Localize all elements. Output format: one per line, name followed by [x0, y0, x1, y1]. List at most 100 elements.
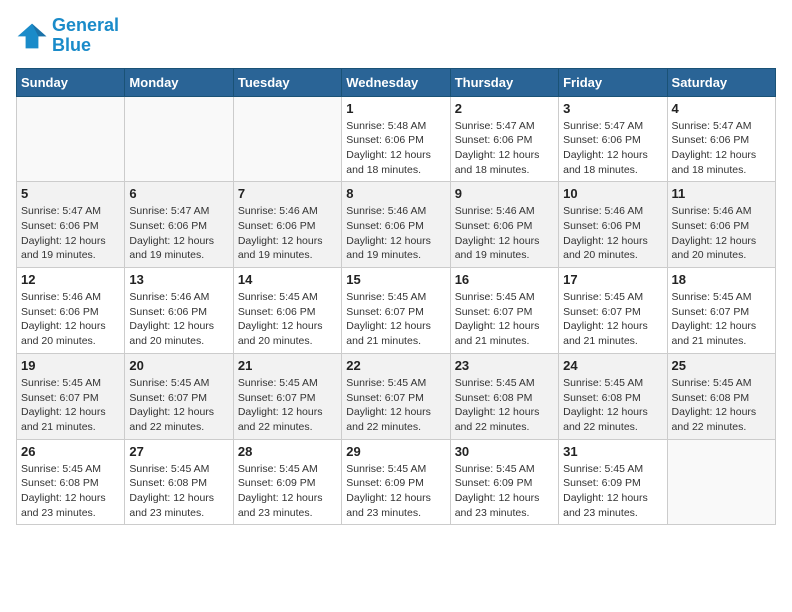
day-info: Sunrise: 5:46 AMSunset: 6:06 PMDaylight:… — [455, 204, 554, 263]
day-number: 7 — [238, 186, 337, 201]
day-info: Sunrise: 5:45 AMSunset: 6:07 PMDaylight:… — [346, 376, 445, 435]
day-info: Sunrise: 5:47 AMSunset: 6:06 PMDaylight:… — [672, 119, 771, 178]
day-info: Sunrise: 5:47 AMSunset: 6:06 PMDaylight:… — [21, 204, 120, 263]
calendar-cell — [17, 96, 125, 182]
calendar-cell: 9 Sunrise: 5:46 AMSunset: 6:06 PMDaylight… — [450, 182, 558, 268]
calendar-cell: 5Sunrise: 5:47 AMSunset: 6:06 PMDaylight… — [17, 182, 125, 268]
day-info: Sunrise: 5:45 AMSunset: 6:09 PMDaylight:… — [563, 462, 662, 521]
calendar-cell: 29 Sunrise: 5:45 AMSunset: 6:09 PMDayligh… — [342, 439, 450, 525]
day-number: 24 — [563, 358, 662, 373]
calendar-cell: 12 Sunrise: 5:46 AMSunset: 6:06 PMDayligh… — [17, 268, 125, 354]
calendar-cell: 20Sunrise: 5:45 AMSunset: 6:07 PMDayligh… — [125, 353, 233, 439]
day-number: 9 — [455, 186, 554, 201]
day-number: 6 — [129, 186, 228, 201]
page-header: General Blue — [16, 16, 776, 56]
day-number: 13 — [129, 272, 228, 287]
day-info: Sunrise: 5:46 AMSunset: 6:06 PMDaylight:… — [238, 204, 337, 263]
header-wednesday: Wednesday — [342, 68, 450, 96]
calendar-cell: 26 Sunrise: 5:45 AMSunset: 6:08 PMDayligh… — [17, 439, 125, 525]
day-number: 30 — [455, 444, 554, 459]
header-friday: Friday — [559, 68, 667, 96]
calendar-cell: 18Sunrise: 5:45 AMSunset: 6:07 PMDayligh… — [667, 268, 775, 354]
calendar-cell: 15Sunrise: 5:45 AMSunset: 6:07 PMDayligh… — [342, 268, 450, 354]
day-info: Sunrise: 5:46 AMSunset: 6:06 PMDaylight:… — [563, 204, 662, 263]
calendar-cell: 25 Sunrise: 5:45 AMSunset: 6:08 PMDayligh… — [667, 353, 775, 439]
calendar-cell: 30Sunrise: 5:45 AMSunset: 6:09 PMDayligh… — [450, 439, 558, 525]
day-number: 10 — [563, 186, 662, 201]
day-info: Sunrise: 5:45 AMSunset: 6:07 PMDaylight:… — [455, 290, 554, 349]
day-number: 1 — [346, 101, 445, 116]
day-number: 22 — [346, 358, 445, 373]
calendar-week-4: 26 Sunrise: 5:45 AMSunset: 6:08 PMDayligh… — [17, 439, 776, 525]
day-info: Sunrise: 5:45 AMSunset: 6:07 PMDaylight:… — [129, 376, 228, 435]
header-sunday: Sunday — [17, 68, 125, 96]
day-number: 27 — [129, 444, 228, 459]
header-saturday: Saturday — [667, 68, 775, 96]
header-tuesday: Tuesday — [233, 68, 341, 96]
day-info: Sunrise: 5:45 AMSunset: 6:08 PMDaylight:… — [455, 376, 554, 435]
day-number: 31 — [563, 444, 662, 459]
day-number: 26 — [21, 444, 120, 459]
day-info: Sunrise: 5:46 AMSunset: 6:06 PMDaylight:… — [21, 290, 120, 349]
calendar-week-1: 5Sunrise: 5:47 AMSunset: 6:06 PMDaylight… — [17, 182, 776, 268]
day-number: 2 — [455, 101, 554, 116]
day-info: Sunrise: 5:45 AMSunset: 6:07 PMDaylight:… — [346, 290, 445, 349]
day-number: 23 — [455, 358, 554, 373]
calendar-cell: 16 Sunrise: 5:45 AMSunset: 6:07 PMDayligh… — [450, 268, 558, 354]
calendar-cell: 13Sunrise: 5:46 AMSunset: 6:06 PMDayligh… — [125, 268, 233, 354]
calendar-cell: 6 Sunrise: 5:47 AMSunset: 6:06 PMDaylight… — [125, 182, 233, 268]
day-number: 16 — [455, 272, 554, 287]
day-number: 28 — [238, 444, 337, 459]
day-info: Sunrise: 5:45 AMSunset: 6:09 PMDaylight:… — [238, 462, 337, 521]
day-info: Sunrise: 5:45 AMSunset: 6:08 PMDaylight:… — [563, 376, 662, 435]
calendar-cell: 1Sunrise: 5:48 AMSunset: 6:06 PMDaylight… — [342, 96, 450, 182]
day-info: Sunrise: 5:45 AMSunset: 6:06 PMDaylight:… — [238, 290, 337, 349]
calendar-table: SundayMondayTuesdayWednesdayThursdayFrid… — [16, 68, 776, 526]
calendar-week-0: 1Sunrise: 5:48 AMSunset: 6:06 PMDaylight… — [17, 96, 776, 182]
day-number: 21 — [238, 358, 337, 373]
calendar-week-2: 12 Sunrise: 5:46 AMSunset: 6:06 PMDayligh… — [17, 268, 776, 354]
day-info: Sunrise: 5:45 AMSunset: 6:07 PMDaylight:… — [672, 290, 771, 349]
calendar-cell: 24 Sunrise: 5:45 AMSunset: 6:08 PMDayligh… — [559, 353, 667, 439]
day-number: 3 — [563, 101, 662, 116]
day-info: Sunrise: 5:45 AMSunset: 6:07 PMDaylight:… — [238, 376, 337, 435]
logo-icon — [16, 22, 48, 50]
calendar-cell: 7 Sunrise: 5:46 AMSunset: 6:06 PMDaylight… — [233, 182, 341, 268]
header-monday: Monday — [125, 68, 233, 96]
day-info: Sunrise: 5:45 AMSunset: 6:07 PMDaylight:… — [563, 290, 662, 349]
calendar-cell: 22 Sunrise: 5:45 AMSunset: 6:07 PMDayligh… — [342, 353, 450, 439]
day-info: Sunrise: 5:45 AMSunset: 6:08 PMDaylight:… — [21, 462, 120, 521]
day-number: 17 — [563, 272, 662, 287]
calendar-cell: 17 Sunrise: 5:45 AMSunset: 6:07 PMDayligh… — [559, 268, 667, 354]
day-number: 11 — [672, 186, 771, 201]
header-thursday: Thursday — [450, 68, 558, 96]
calendar-cell: 10 Sunrise: 5:46 AMSunset: 6:06 PMDayligh… — [559, 182, 667, 268]
calendar-header-row: SundayMondayTuesdayWednesdayThursdayFrid… — [17, 68, 776, 96]
day-number: 4 — [672, 101, 771, 116]
day-info: Sunrise: 5:47 AMSunset: 6:06 PMDaylight:… — [129, 204, 228, 263]
day-info: Sunrise: 5:46 AMSunset: 6:06 PMDaylight:… — [672, 204, 771, 263]
day-info: Sunrise: 5:45 AMSunset: 6:08 PMDaylight:… — [672, 376, 771, 435]
calendar-cell: 3 Sunrise: 5:47 AMSunset: 6:06 PMDaylight… — [559, 96, 667, 182]
calendar-cell: 23 Sunrise: 5:45 AMSunset: 6:08 PMDayligh… — [450, 353, 558, 439]
calendar-cell — [125, 96, 233, 182]
calendar-cell: 4 Sunrise: 5:47 AMSunset: 6:06 PMDaylight… — [667, 96, 775, 182]
calendar-cell: 11 Sunrise: 5:46 AMSunset: 6:06 PMDayligh… — [667, 182, 775, 268]
calendar-cell: 14Sunrise: 5:45 AMSunset: 6:06 PMDayligh… — [233, 268, 341, 354]
day-number: 25 — [672, 358, 771, 373]
calendar-week-3: 19Sunrise: 5:45 AMSunset: 6:07 PMDayligh… — [17, 353, 776, 439]
day-info: Sunrise: 5:45 AMSunset: 6:09 PMDaylight:… — [346, 462, 445, 521]
calendar-cell: 2 Sunrise: 5:47 AMSunset: 6:06 PMDaylight… — [450, 96, 558, 182]
day-info: Sunrise: 5:47 AMSunset: 6:06 PMDaylight:… — [563, 119, 662, 178]
calendar-cell: 27 Sunrise: 5:45 AMSunset: 6:08 PMDayligh… — [125, 439, 233, 525]
day-number: 29 — [346, 444, 445, 459]
day-number: 8 — [346, 186, 445, 201]
day-info: Sunrise: 5:45 AMSunset: 6:08 PMDaylight:… — [129, 462, 228, 521]
calendar-cell — [667, 439, 775, 525]
calendar-cell: 21 Sunrise: 5:45 AMSunset: 6:07 PMDayligh… — [233, 353, 341, 439]
day-number: 12 — [21, 272, 120, 287]
logo-text: General Blue — [52, 16, 119, 56]
calendar-cell: 8Sunrise: 5:46 AMSunset: 6:06 PMDaylight… — [342, 182, 450, 268]
calendar-cell — [233, 96, 341, 182]
day-info: Sunrise: 5:47 AMSunset: 6:06 PMDaylight:… — [455, 119, 554, 178]
